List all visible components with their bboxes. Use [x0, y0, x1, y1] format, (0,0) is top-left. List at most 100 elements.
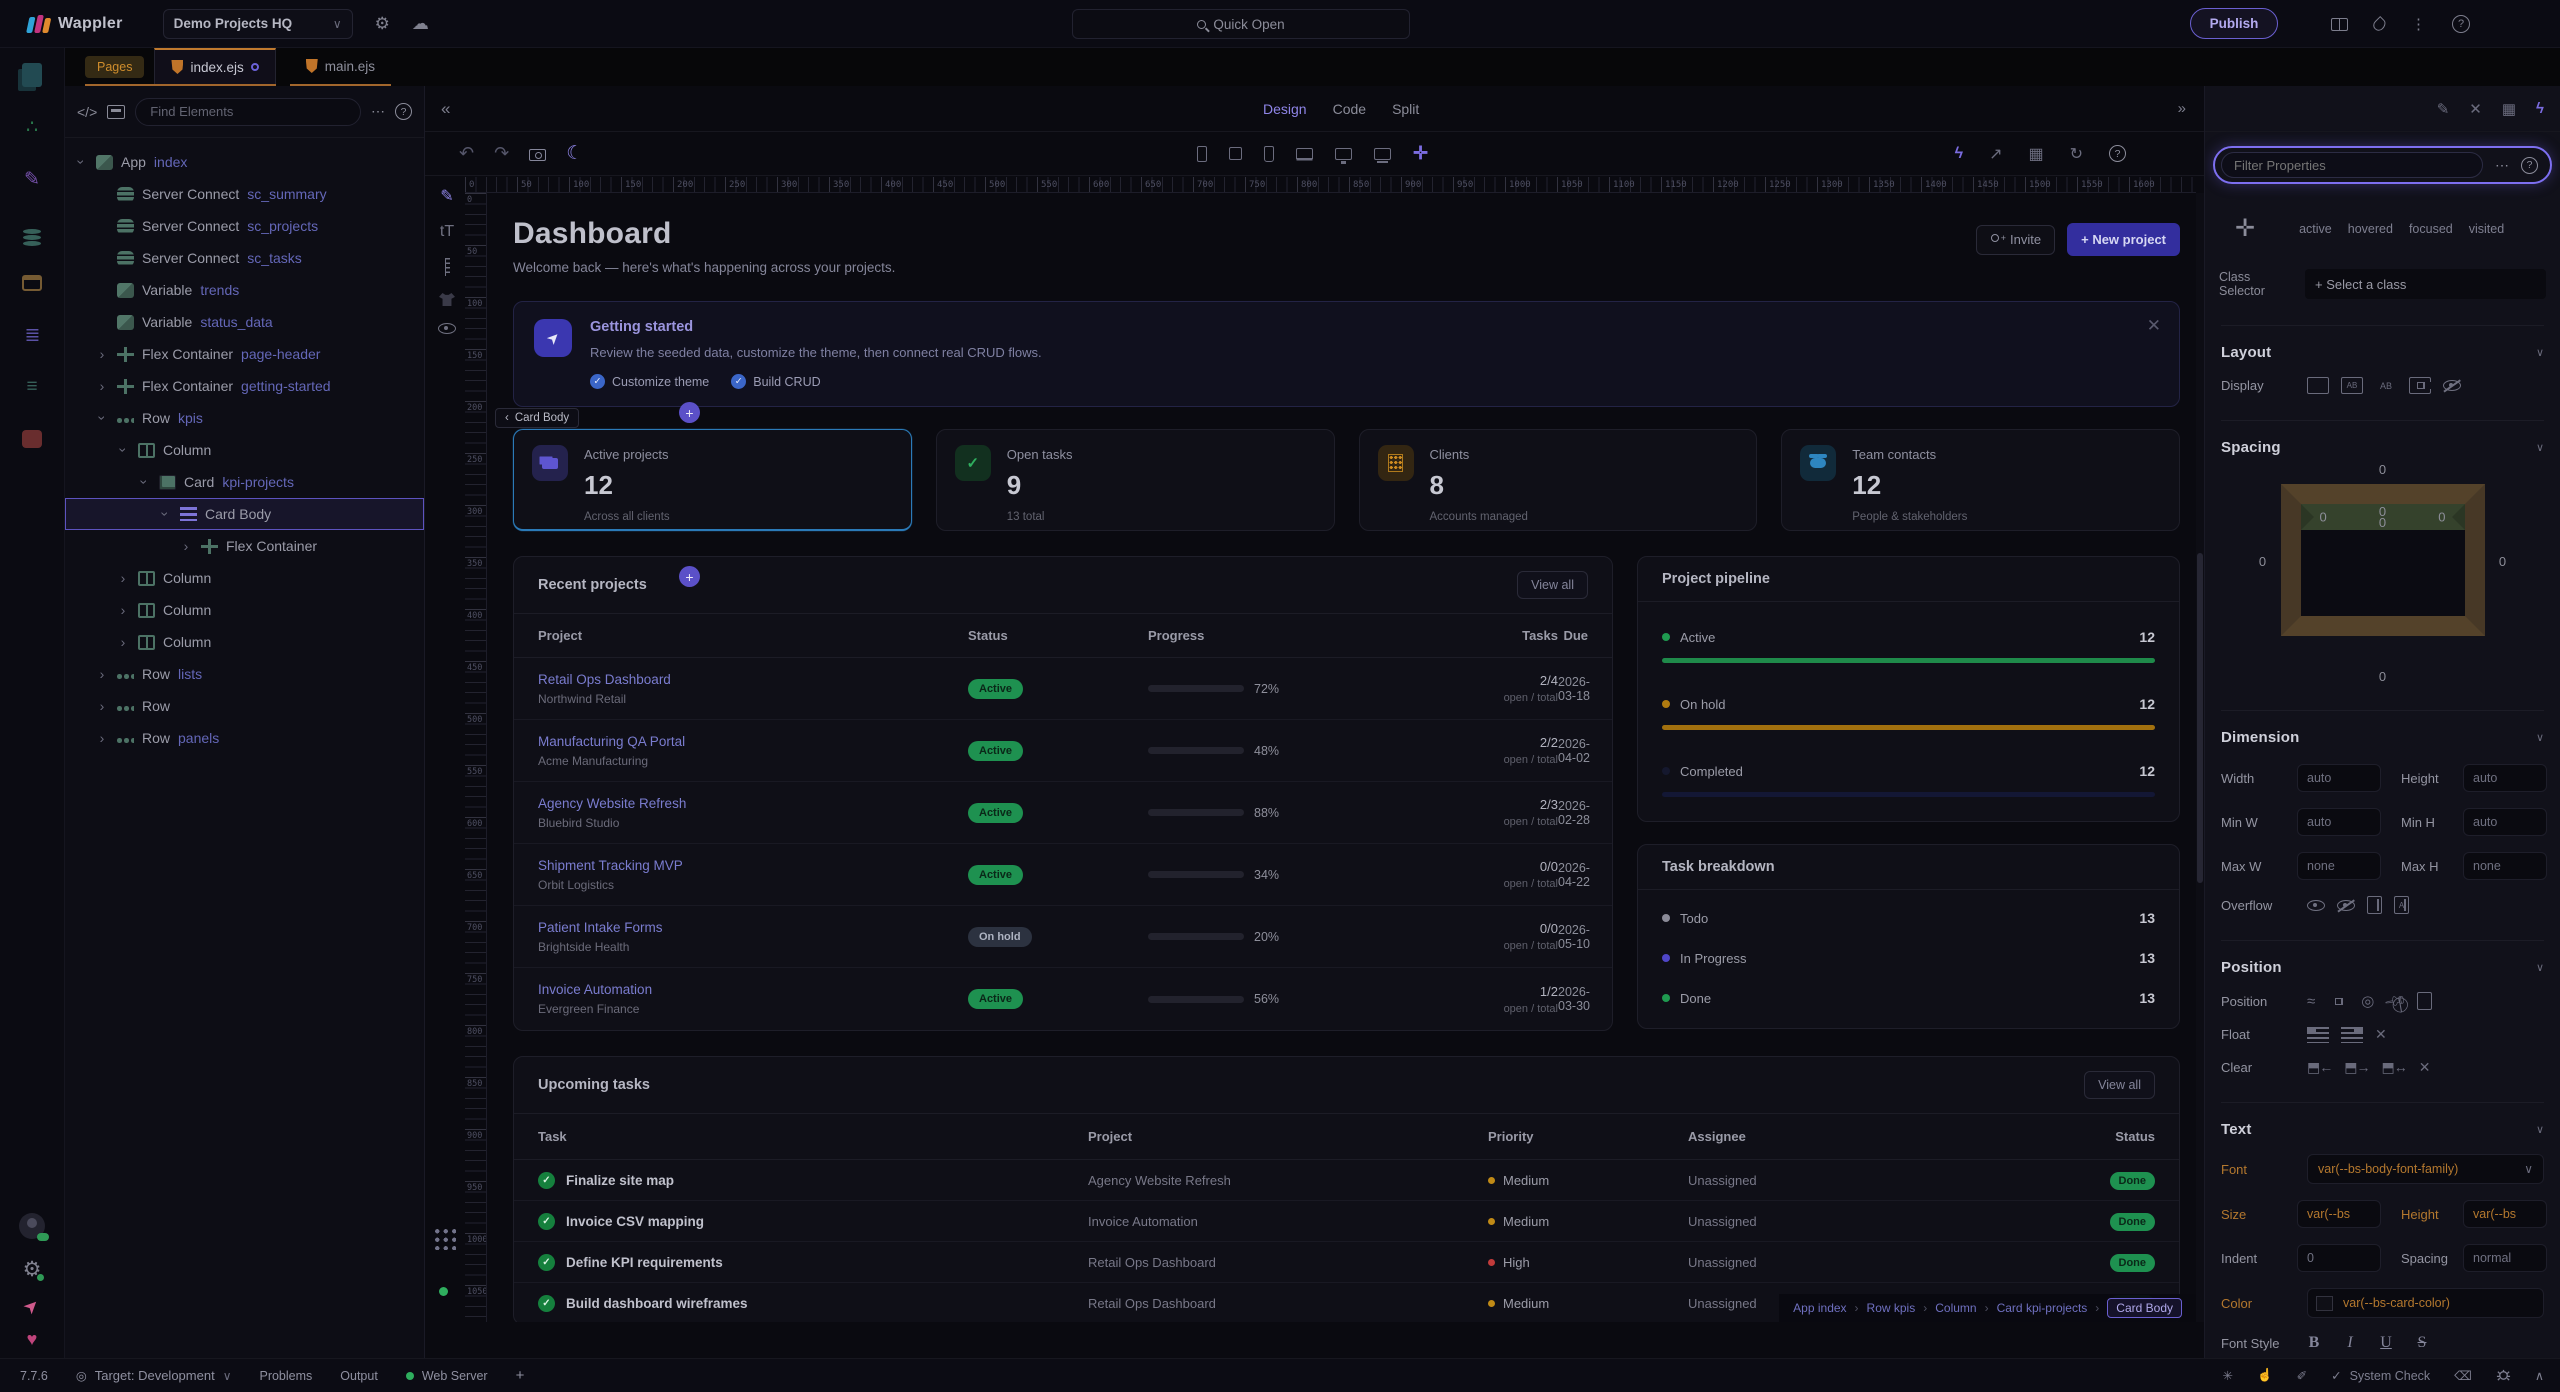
tree-item[interactable]: Card kpi-projects [65, 466, 424, 498]
kpi-card[interactable]: Open tasks 9 13 total [935, 429, 1335, 531]
bug-icon[interactable] [2496, 1367, 2511, 1385]
expand-right-icon[interactable]: » [2178, 100, 2186, 117]
state-toggle[interactable]: focused [2409, 222, 2453, 236]
panel-more-icon[interactable]: ⋯ [2495, 157, 2509, 174]
selection-chip[interactable]: ‹ Card Body [495, 408, 580, 428]
project-link[interactable]: Agency Website Refresh [538, 796, 968, 811]
tree-item[interactable]: Variable trends [65, 274, 424, 306]
display-inline-icon[interactable]: AB [2375, 377, 2397, 394]
breadcrumb-current[interactable]: Card Body [2107, 1298, 2182, 1318]
state-toggle[interactable]: visited [2469, 222, 2504, 236]
table-row[interactable]: Manufacturing QA Portal Acme Manufacturi… [514, 720, 1612, 782]
grid-icon[interactable]: ▦ [2502, 100, 2516, 118]
design-panel-icon[interactable]: ✎ [15, 162, 49, 196]
expander-chevron-icon[interactable] [158, 506, 172, 522]
tree-item[interactable]: Card Body [65, 498, 424, 530]
pages-chip[interactable]: Pages [85, 56, 145, 78]
find-elements-input[interactable] [135, 97, 361, 126]
chevron-down-icon[interactable]: ∨ [2536, 441, 2544, 454]
web-server-status[interactable]: Web Server [405, 1369, 488, 1383]
project-link[interactable]: Manufacturing QA Portal [538, 734, 968, 749]
invite-button[interactable]: Invite [1976, 224, 2056, 255]
clear-both-icon[interactable]: ⬒↔ [2381, 1059, 2407, 1076]
more-menu-icon[interactable]: ⋮ [2411, 15, 2426, 33]
add-panel-button[interactable]: + [516, 1367, 525, 1384]
device-phablet-icon[interactable] [1264, 145, 1274, 162]
redo-icon[interactable]: ↷ [494, 143, 509, 164]
expander-chevron-icon[interactable] [95, 378, 109, 394]
chevron-down-icon[interactable]: ∨ [2536, 1123, 2544, 1136]
table-row[interactable]: ✓ Define KPI requirements Retail Ops Das… [514, 1242, 2179, 1283]
expander-chevron-icon[interactable] [95, 666, 109, 682]
expander-chevron-icon[interactable] [116, 602, 130, 618]
help-icon[interactable]: ? [2452, 15, 2470, 33]
tab-index-ejs[interactable]: index.ejs [154, 48, 276, 84]
droplet-icon[interactable] [2371, 15, 2388, 33]
expander-chevron-icon[interactable] [95, 346, 109, 362]
workflows-panel-icon[interactable]: ∴ [15, 110, 49, 144]
float-none-icon[interactable]: ✕ [2375, 1026, 2387, 1043]
tree-help-icon[interactable]: ? [395, 103, 412, 120]
bolt-icon[interactable]: ϟ [2536, 100, 2544, 117]
tab-code[interactable]: Code [1333, 101, 1366, 117]
table-row[interactable]: ✓ Finalize site map Agency Website Refre… [514, 1160, 2179, 1201]
preview-eye-icon[interactable] [438, 323, 456, 334]
tree-item[interactable]: Row kpis [65, 402, 424, 434]
float-right-icon[interactable] [2341, 1026, 2363, 1043]
tree-item[interactable]: Server Connect sc_summary [65, 178, 424, 210]
position-sticky-icon[interactable] [2417, 992, 2433, 1010]
settings-gear-icon[interactable]: ⚙ [375, 15, 390, 32]
detach-icon[interactable]: ✕ [2469, 100, 2482, 118]
project-link[interactable]: Shipment Tracking MVP [538, 858, 968, 873]
apps-grid-icon[interactable] [432, 1226, 456, 1250]
overflow-hidden-icon[interactable] [2337, 899, 2355, 911]
padding-bottom-value[interactable]: 0 [2379, 504, 2386, 519]
components-panel-icon[interactable]: ≣ [15, 318, 49, 352]
class-selector-input[interactable]: + Select a class [2305, 269, 2546, 299]
font-family-select[interactable]: var(--bs-body-font-family) ∨ [2307, 1154, 2544, 1184]
problems-button[interactable]: Problems [259, 1369, 312, 1383]
table-row[interactable]: Retail Ops Dashboard Northwind Retail Ac… [514, 658, 1612, 720]
kpi-card[interactable]: Team contacts 12 People & stakeholders [1781, 429, 2180, 531]
breadcrumb-item[interactable]: App index [1793, 1301, 1846, 1315]
rocket-icon[interactable]: ➤ [19, 1294, 45, 1320]
collapse-panel-icon[interactable]: « [441, 99, 450, 119]
kpi-card[interactable]: Clients 8 Accounts managed [1358, 429, 1758, 531]
server-panel-icon[interactable] [15, 266, 49, 300]
layers-panel-icon[interactable]: ≡ [15, 370, 49, 404]
target-selector[interactable]: ◎ Target: Development ∨ [76, 1368, 232, 1383]
device-laptop-icon[interactable] [1296, 148, 1313, 159]
box-model-widget[interactable]: 0 0 0 0 0 0 0 0 [2248, 462, 2518, 684]
tree-item[interactable]: Variable status_data [65, 306, 424, 338]
tree-item[interactable]: Column [65, 594, 424, 626]
color-swatch[interactable] [2316, 1295, 2333, 1311]
project-selector[interactable]: Demo Projects HQ ∨ [162, 8, 353, 39]
fit-canvas-icon[interactable]: ✛ [1413, 143, 1428, 164]
project-link[interactable]: Invoice Automation [538, 982, 968, 997]
tree-item[interactable]: Server Connect sc_projects [65, 210, 424, 242]
output-button[interactable]: Output [340, 1369, 378, 1383]
section-dimension[interactable]: Dimension [2221, 729, 2299, 746]
publish-button[interactable]: Publish [2190, 8, 2278, 39]
underline-icon[interactable]: U [2379, 1334, 2393, 1352]
overflow-scroll-icon[interactable] [2367, 896, 2382, 914]
device-phone-icon[interactable] [1197, 145, 1207, 162]
minh-input[interactable]: auto [2463, 808, 2547, 836]
position-absolute-icon[interactable]: ◎ [2361, 992, 2374, 1010]
chevron-up-icon[interactable]: ∧ [2535, 1368, 2544, 1383]
quick-open-button[interactable]: Quick Open [1072, 9, 1410, 39]
database-panel-icon[interactable] [15, 214, 49, 248]
kpi-card[interactable]: Active projects 12 Across all clients [513, 429, 912, 531]
table-row[interactable]: Patient Intake Forms Brightside Health O… [514, 906, 1612, 968]
edit-pencil-icon[interactable]: ✎ [440, 186, 453, 206]
chevron-down-icon[interactable]: ∨ [2536, 731, 2544, 744]
tree-item[interactable]: Column [65, 562, 424, 594]
margin-bottom-value[interactable]: 0 [2368, 669, 2398, 684]
chevron-down-icon[interactable]: ∨ [2536, 346, 2544, 359]
pages-panel-icon[interactable] [15, 58, 49, 92]
expander-chevron-icon[interactable] [179, 538, 193, 554]
state-toggle[interactable]: hovered [2348, 222, 2393, 236]
open-browser-icon[interactable]: ↗ [1989, 144, 2002, 164]
qr-code-icon[interactable]: ▦ [2028, 144, 2043, 164]
move-arrows-icon[interactable]: ✛ [2235, 214, 2255, 243]
